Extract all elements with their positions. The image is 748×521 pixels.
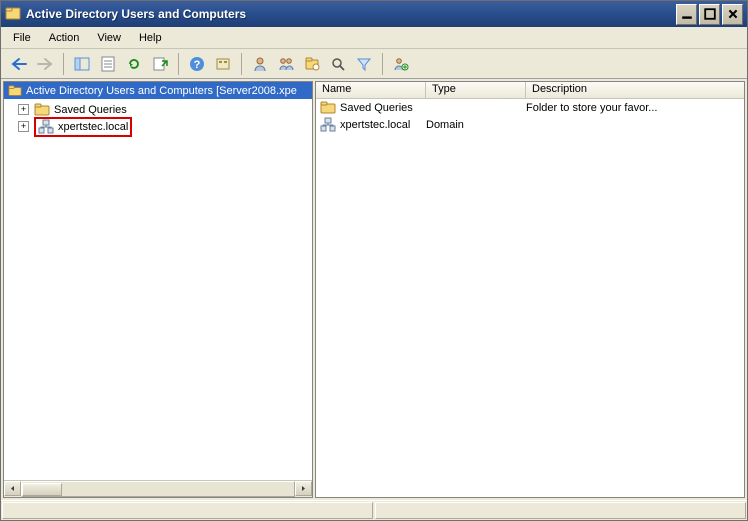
toolbar-separator <box>382 53 383 75</box>
menubar: File Action View Help <box>1 27 747 49</box>
horizontal-scrollbar[interactable] <box>4 480 312 497</box>
titlebar: Active Directory Users and Computers <box>1 1 747 27</box>
tree-root-label: Active Directory Users and Computers [Se… <box>26 85 297 97</box>
list-item[interactable]: xpertstec.local Domain <box>316 116 744 133</box>
highlight-box: xpertstec.local <box>34 117 132 137</box>
list-pane: Name Type Description Saved Queries Fold… <box>315 81 745 498</box>
svg-text:?: ? <box>194 59 201 71</box>
menu-file[interactable]: File <box>5 30 39 46</box>
help-button[interactable]: ? <box>185 52 209 76</box>
manage-button[interactable] <box>211 52 235 76</box>
tree-item-label: Saved Queries <box>54 104 127 116</box>
list-header: Name Type Description <box>316 82 744 99</box>
folder-icon <box>320 100 336 116</box>
new-group-button[interactable] <box>274 52 298 76</box>
domain-icon <box>320 117 336 133</box>
cell-name: xpertstec.local <box>340 119 410 131</box>
app-window: Active Directory Users and Computers Fil… <box>0 0 748 521</box>
toolbar-separator <box>178 53 179 75</box>
scroll-track[interactable] <box>21 481 295 497</box>
minimize-button[interactable] <box>676 4 697 25</box>
aduc-root-icon <box>8 84 22 98</box>
window-buttons <box>676 4 743 25</box>
menu-help[interactable]: Help <box>131 30 170 46</box>
column-header-name[interactable]: Name <box>316 82 426 98</box>
folder-icon <box>34 102 50 118</box>
scroll-thumb[interactable] <box>22 483 62 496</box>
toolbar-separator <box>63 53 64 75</box>
toolbar-separator <box>241 53 242 75</box>
tree-item-domain[interactable]: + xpertstec.local <box>4 118 312 135</box>
column-header-type[interactable]: Type <box>426 82 526 98</box>
nav-back-button[interactable] <box>7 52 31 76</box>
filter-button[interactable] <box>352 52 376 76</box>
find-button[interactable] <box>326 52 350 76</box>
content-area: Active Directory Users and Computers [Se… <box>1 79 747 500</box>
refresh-button[interactable] <box>122 52 146 76</box>
tree-item-saved-queries[interactable]: + Saved Queries <box>4 101 312 118</box>
status-cell <box>375 502 746 519</box>
add-to-group-button[interactable] <box>389 52 413 76</box>
new-ou-button[interactable] <box>300 52 324 76</box>
window-title: Active Directory Users and Computers <box>26 7 676 21</box>
domain-icon <box>38 119 54 135</box>
properties-button[interactable] <box>96 52 120 76</box>
tree-root-selected[interactable]: Active Directory Users and Computers [Se… <box>4 82 312 99</box>
app-icon <box>5 6 21 22</box>
tree-body: + Saved Queries + xpertstec.local <box>4 99 312 480</box>
menu-view[interactable]: View <box>89 30 129 46</box>
list-body: Saved Queries Folder to store your favor… <box>316 99 744 497</box>
cell-type: Domain <box>426 119 526 131</box>
close-button[interactable] <box>722 4 743 25</box>
list-item[interactable]: Saved Queries Folder to store your favor… <box>316 99 744 116</box>
cell-name: Saved Queries <box>340 102 413 114</box>
new-user-button[interactable] <box>248 52 272 76</box>
expand-icon[interactable]: + <box>18 121 29 132</box>
export-button[interactable] <box>148 52 172 76</box>
scroll-left-button[interactable] <box>4 481 21 496</box>
maximize-button[interactable] <box>699 4 720 25</box>
column-header-description[interactable]: Description <box>526 82 744 98</box>
show-hide-tree-button[interactable] <box>70 52 94 76</box>
scroll-right-button[interactable] <box>295 481 312 496</box>
statusbar <box>1 500 747 520</box>
tree-pane: Active Directory Users and Computers [Se… <box>3 81 313 498</box>
status-cell <box>2 502 373 519</box>
menu-action[interactable]: Action <box>41 30 88 46</box>
nav-forward-button[interactable] <box>33 52 57 76</box>
expand-icon[interactable]: + <box>18 104 29 115</box>
cell-description: Folder to store your favor... <box>526 102 742 114</box>
toolbar: ? <box>1 49 747 79</box>
tree-item-label: xpertstec.local <box>58 121 128 133</box>
